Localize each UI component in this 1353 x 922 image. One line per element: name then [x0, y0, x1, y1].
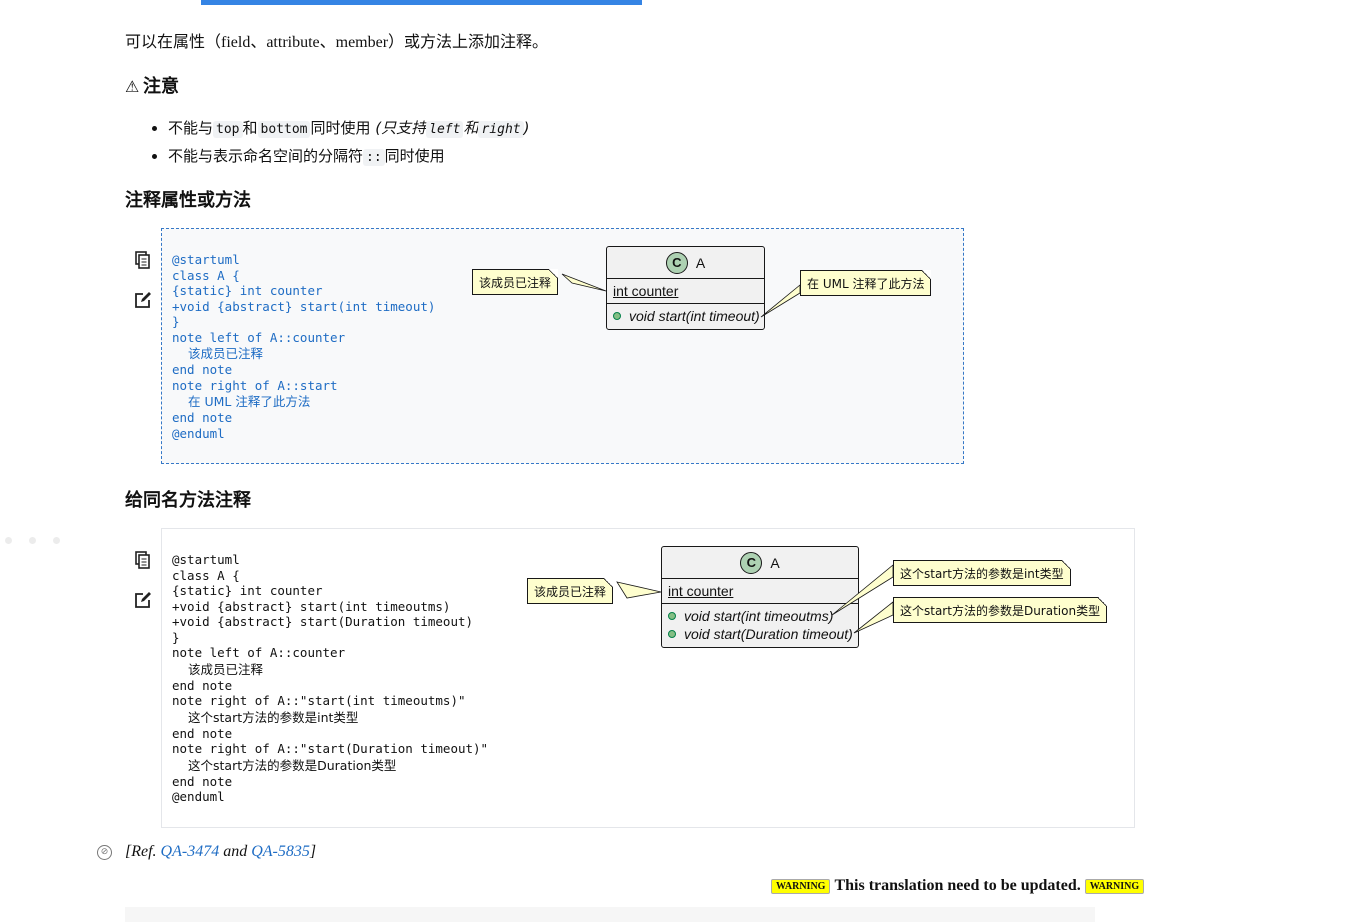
- code-line: end note: [172, 773, 233, 789]
- warning-list: 不能与top和bottom同时使用 (只支持left和right) 不能与表示命…: [148, 115, 529, 171]
- loading-dots: [5, 537, 60, 544]
- note-right-1: 这个start方法的参数是int类型: [893, 560, 1071, 586]
- code-line: end note: [172, 410, 233, 425]
- edit-icon[interactable]: [134, 291, 152, 309]
- section-title: 给同名方法注释: [125, 490, 251, 511]
- code-line: end note: [172, 362, 233, 377]
- code-line: class A {: [172, 567, 240, 583]
- class-badge-icon: C: [665, 251, 688, 274]
- code-line: {static} int counter: [172, 583, 323, 598]
- code-line: }: [172, 629, 180, 645]
- code-line: 这个start方法的参数是Duration类型: [188, 757, 397, 773]
- uml-class: CA int counter void start(int timeout): [606, 246, 765, 330]
- list-item: 不能与top和bottom同时使用 (只支持left和right): [168, 115, 529, 143]
- note-right: 在 UML 注释了此方法: [800, 270, 932, 296]
- uml-class: CA int counter void start(int timeoutms)…: [661, 546, 859, 648]
- code-line: @enduml: [172, 789, 225, 804]
- note-left: 该成员已注释: [472, 269, 559, 295]
- code-line: class A {: [172, 267, 240, 283]
- copy-icon[interactable]: [134, 251, 152, 269]
- class-badge-icon: C: [740, 551, 763, 574]
- list-item: 不能与表示命名空间的分隔符::同时使用: [168, 143, 529, 171]
- class-field: int counter: [662, 579, 858, 604]
- code-line: }: [172, 314, 180, 329]
- translation-warning: WARNING This translation need to be upda…: [771, 877, 1145, 895]
- copy-icon[interactable]: [134, 551, 152, 569]
- code-line: +void {abstract} start(int timeout): [172, 298, 436, 314]
- code-line: note left of A::counter: [172, 645, 346, 660]
- ref-link-qa-3474[interactable]: QA-3474: [161, 843, 220, 860]
- code-line: @startuml: [172, 552, 240, 567]
- note-left: 该成员已注释: [527, 578, 614, 604]
- code-line: end note: [172, 677, 233, 693]
- code-line: 该成员已注释: [188, 661, 264, 677]
- warning-badge: WARNING: [771, 878, 831, 894]
- class-method: void start(Duration timeout): [662, 625, 858, 643]
- next-code-block: [125, 907, 1095, 922]
- public-method-icon: [668, 612, 676, 620]
- code-listing[interactable]: @startuml class A { {static} int counter…: [172, 552, 488, 805]
- code-example-block: @startuml class A { {static} int counter…: [135, 528, 1135, 828]
- note-right-2: 这个start方法的参数是Duration类型: [893, 597, 1108, 623]
- selected-text-highlight: [201, 0, 642, 5]
- warning-heading: ⚠ 注意: [125, 76, 179, 97]
- code-line: +void {abstract} start(Duration timeout): [172, 614, 474, 629]
- code-line: +void {abstract} start(int timeoutms): [172, 598, 451, 614]
- intro-paragraph: 可以在属性（field、attribute、member）或方法上添加注释。: [125, 34, 549, 51]
- code-listing[interactable]: @startuml class A { {static} int counter…: [172, 252, 435, 441]
- code-line: 在 UML 注释了此方法: [188, 394, 311, 409]
- public-method-icon: [613, 312, 621, 320]
- class-field: int counter: [607, 279, 764, 304]
- code-line: note right of A::"start(int timeoutms)": [172, 693, 466, 708]
- edit-icon[interactable]: [134, 591, 152, 609]
- warning-badge: WARNING: [1084, 878, 1145, 894]
- code-line: end note: [172, 725, 233, 741]
- class-method: void start(int timeout): [607, 307, 764, 325]
- code-line: {static} int counter: [172, 283, 323, 298]
- reference-line: [Ref. QA-3474 and QA-5835]: [125, 843, 317, 860]
- ref-link-qa-5835[interactable]: QA-5835: [251, 843, 310, 860]
- public-method-icon: [668, 630, 676, 638]
- code-line: @startuml: [172, 252, 240, 267]
- class-method: void start(int timeoutms): [662, 607, 858, 625]
- link-anchor-icon[interactable]: ⊘: [97, 845, 112, 860]
- section-title: 注释属性或方法: [125, 190, 251, 211]
- warning-triangle-icon: ⚠: [125, 77, 140, 96]
- code-line: note left of A::counter: [172, 329, 346, 345]
- code-line: 这个start方法的参数是int类型: [188, 709, 359, 725]
- code-line: note right of A::"start(Duration timeout…: [172, 741, 489, 756]
- code-line: 该成员已注释: [188, 346, 264, 361]
- code-line: note right of A::start: [172, 377, 338, 393]
- code-line: @enduml: [172, 425, 225, 441]
- code-example-block: @startuml class A { {static} int counter…: [135, 228, 964, 464]
